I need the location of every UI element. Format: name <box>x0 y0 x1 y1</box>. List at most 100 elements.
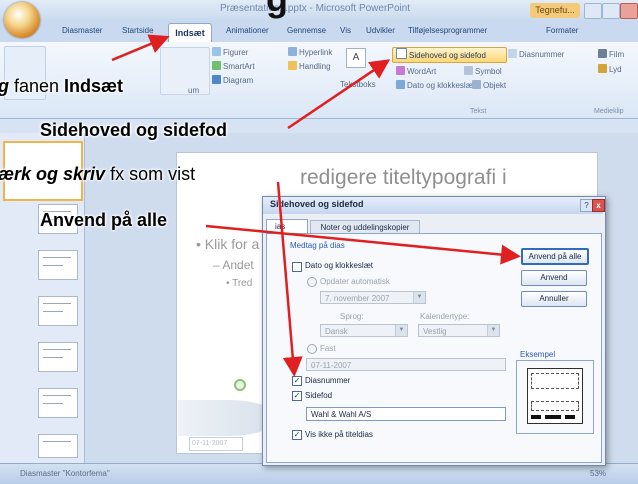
preview-date-bar <box>531 415 541 419</box>
dato-checkbox[interactable] <box>292 262 302 272</box>
ribbon-diasnummer[interactable]: Diasnummer <box>508 49 564 59</box>
language-select[interactable]: Dansk ▼ <box>320 324 408 337</box>
chart-icon <box>212 75 221 84</box>
vis-ikke-checkbox[interactable]: ✓ <box>292 430 302 440</box>
ribbon-um-label: um <box>188 86 200 95</box>
slide-bullet-level3: • Tred <box>226 278 253 289</box>
ribbon-hyperlink[interactable]: Hyperlink <box>288 47 332 57</box>
thumbnail-layout[interactable] <box>38 388 78 418</box>
object-icon <box>472 80 481 89</box>
action-icon <box>288 61 297 70</box>
section-medtag-paa-dias: Medtag på dias <box>290 241 345 250</box>
smartart-label: SmartArt <box>223 62 255 71</box>
slide-bullet-level1: • Klik for a <box>196 236 260 252</box>
ribbon-figurer[interactable]: Figurer <box>212 47 248 57</box>
big-heading: g <box>266 0 288 20</box>
instruction-line-4: Anvend på alle <box>40 210 168 230</box>
ribbon-lyd[interactable]: Lyd <box>598 64 622 74</box>
preview-title-area <box>531 373 579 389</box>
fast-radio[interactable] <box>307 344 317 354</box>
date-format-select[interactable]: 7. november 2007 ▼ <box>320 291 426 304</box>
slide-number-icon <box>508 49 517 58</box>
preview-number-bar <box>565 415 575 419</box>
tab-startside[interactable]: Startside <box>122 26 154 35</box>
ribbon-handling[interactable]: Handling <box>288 61 331 71</box>
ribbon-dato[interactable]: Dato og klokkeslæt <box>396 80 475 90</box>
opdater-label: Opdater automatisk <box>320 277 390 286</box>
ribbon-objekt[interactable]: Objekt <box>472 80 506 90</box>
tab-gennemse[interactable]: Gennemse <box>287 26 326 35</box>
header-footer-button[interactable]: Sidehoved og sidefod <box>392 47 507 63</box>
close-window-button[interactable] <box>620 3 638 19</box>
tab-indsaet[interactable]: Indsæt <box>168 23 212 42</box>
figurer-label: Figurer <box>223 48 249 57</box>
sidefod-label: Sidefod <box>305 391 333 400</box>
dato-label: Dato og klokkeslæt <box>305 261 374 270</box>
date-format-value: 7. november 2007 <box>325 294 390 303</box>
opdater-radio[interactable] <box>307 277 317 287</box>
thumbnail-layout[interactable] <box>38 250 78 280</box>
smartart-icon <box>212 61 221 70</box>
picture-button[interactable] <box>160 47 210 95</box>
tab-dias[interactable]: ias <box>266 219 308 233</box>
thumbnail-layout[interactable] <box>38 434 78 458</box>
footer-text-input[interactable]: Wahl & Wahl A/S <box>306 407 506 421</box>
sidefod-checkbox[interactable]: ✓ <box>292 391 302 401</box>
status-bar: Diasmaster "Kontorfema" 53% <box>0 463 638 484</box>
tab-udvikler[interactable]: Udvikler <box>366 26 395 35</box>
chevron-down-icon: ▼ <box>413 292 425 303</box>
maximize-button[interactable] <box>602 3 620 19</box>
tab-tilfoejelsesprogrammer[interactable]: Tilføjelsesprogrammer <box>408 26 487 35</box>
contextual-tab-label[interactable]: Tegnefu... <box>530 3 580 18</box>
rotation-handle[interactable] <box>234 379 246 391</box>
slide-bullet-level2: – Andet <box>213 258 254 272</box>
apply-button[interactable]: Anvend <box>521 270 587 286</box>
slide-date-placeholder: 07-11-2007 <box>189 437 243 451</box>
status-layout-text: Diasmaster "Kontorfema" <box>20 469 110 478</box>
calendar-type-select[interactable]: Vestlig ▼ <box>418 324 500 337</box>
dato-label: Dato og klokkeslæt <box>407 81 476 90</box>
ribbon-film[interactable]: Film <box>598 49 624 59</box>
tab-animationer[interactable]: Animationer <box>226 26 269 35</box>
ribbon-tabs-row: Diasmaster Startside Animationer Gennems… <box>0 22 638 42</box>
calendar-type-value: Vestlig <box>423 327 447 336</box>
dialog-title: Sidehoved og sidefod <box>270 199 364 209</box>
close-icon[interactable]: x <box>592 199 605 212</box>
ribbon-diagram[interactable]: Diagram <box>212 75 253 85</box>
language-value: Dansk <box>325 327 348 336</box>
fixed-date-field[interactable]: 07-11-2007 <box>306 358 506 371</box>
chevron-down-icon: ▼ <box>395 325 407 336</box>
tab-vis[interactable]: Vis <box>340 26 351 35</box>
ribbon-wordart[interactable]: WordArt <box>396 66 436 76</box>
ribbon-symbol[interactable]: Symbol <box>464 66 502 76</box>
zoom-level[interactable]: 53% <box>590 469 606 478</box>
preview-footer-bar <box>545 415 561 419</box>
tab-diasmaster[interactable]: Diasmaster <box>62 26 102 35</box>
document-title: Præsentation1.pptx - Microsoft PowerPoin… <box>220 3 411 14</box>
instruction-3-bold: ærk og skriv <box>0 164 106 184</box>
diasnummer-checkbox[interactable]: ✓ <box>292 376 302 386</box>
sprog-label: Sprog: <box>340 312 364 321</box>
group-label-tekst: Tekst <box>470 108 487 115</box>
diasnummer-label: Diasnummer <box>519 50 565 59</box>
ribbon-tekstboks[interactable]: Tekstboks <box>340 80 376 89</box>
apply-to-all-button[interactable]: Anvend på alle <box>521 248 589 265</box>
cancel-button[interactable]: Annuller <box>521 291 587 307</box>
office-button[interactable] <box>4 2 40 38</box>
slide-title-placeholder[interactable]: redigere titeltypografi i <box>300 166 507 190</box>
tab-formater[interactable]: Formater <box>546 26 578 35</box>
film-label: Film <box>609 50 625 59</box>
preview-body-area <box>531 401 579 411</box>
textbox-icon[interactable]: A <box>346 48 366 68</box>
group-label-medieklip: Medieklip <box>594 108 624 115</box>
lyd-label: Lyd <box>609 65 622 74</box>
instruction-line-2: Sidehoved og sidefod <box>40 120 228 140</box>
instruction-3-rest: fx som vist <box>105 164 196 184</box>
eksempel-label: Eksempel <box>520 350 556 359</box>
thumbnail-layout[interactable] <box>38 296 78 326</box>
film-icon <box>598 49 607 58</box>
minimize-button[interactable] <box>584 3 602 19</box>
fast-label: Fast <box>320 344 336 353</box>
thumbnail-layout[interactable] <box>38 342 78 372</box>
ribbon-smartart[interactable]: SmartArt <box>212 61 255 71</box>
